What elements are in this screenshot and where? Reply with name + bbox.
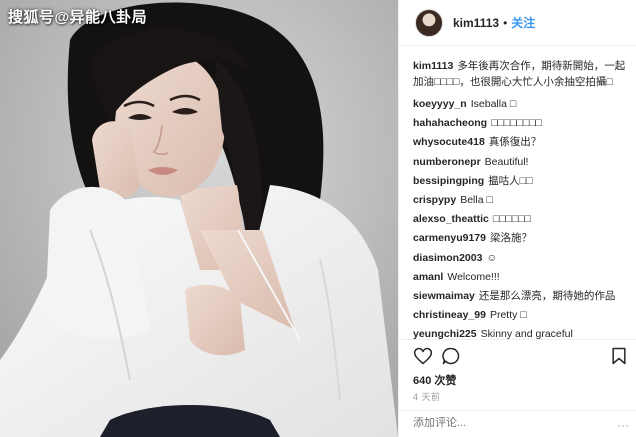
comment-item: hahahacheong □□□□□□□□ (413, 115, 627, 134)
comment-text: Iseballa □ (470, 98, 517, 110)
header-separator: • (503, 15, 508, 30)
comment-icon[interactable] (441, 346, 461, 366)
comment-username[interactable]: diasimon2003 (413, 252, 482, 264)
comment-username[interactable]: siewmaimay (413, 290, 475, 302)
comment-username[interactable]: amanl (413, 271, 443, 283)
comment-text: Beautiful! (484, 155, 529, 168)
comment-text: Welcome!!! (447, 270, 500, 283)
comment-item: carmenyu9179 梁洛施？ (413, 230, 627, 249)
portrait-image (0, 0, 398, 437)
comment-item: alexso_theattic □□□□□□ (413, 211, 627, 230)
comment-username[interactable]: christineay_99 (413, 309, 486, 321)
post-side-panel: kim1113 • 关注 kim1113 多年後再次合作，期待新開始，一起加油□□… (398, 0, 636, 437)
comment-username[interactable]: carmenyu9179 (413, 232, 486, 244)
comment-item: siewmaimay 还是那么漂亮，期待她的作品 (413, 288, 627, 307)
comment-username[interactable]: alexso_theattic (413, 213, 489, 225)
comment-text: □□□□□□ (492, 213, 531, 226)
comment-username[interactable]: bessipingping (413, 175, 484, 187)
comment-username[interactable]: koeyyyy_n (413, 98, 467, 110)
post-timestamp: 4 天前 (413, 392, 441, 402)
comment-list: kim1113 多年後再次合作，期待新開始，一起加油□□□□，也很開心大忙人小余抽… (413, 58, 627, 345)
post-header: kim1113 • 关注 (399, 0, 636, 46)
comment-username[interactable]: whysocute418 (413, 136, 485, 148)
caption-username[interactable]: kim1113 (413, 60, 453, 72)
comment-username[interactable]: numberonepr (413, 156, 481, 168)
comment-text: 真係復出？ (488, 136, 542, 149)
comment-text: ☺ (486, 251, 498, 264)
comment-text: 梁洛施？ (489, 232, 532, 245)
post-caption: kim1113 多年後再次合作，期待新開始，一起加油□□□□，也很開心大忙人小余抽… (413, 58, 627, 90)
comment-item: yeungchi225 Skinny and graceful (413, 326, 627, 345)
comment-item: amanl Welcome!!! (413, 269, 627, 288)
comment-item: bessipingping 揾咕人□□ (413, 173, 627, 192)
comment-username[interactable]: crispypy (413, 194, 456, 206)
comment-text: 揾咕人□□ (488, 174, 533, 187)
heart-icon[interactable] (413, 346, 433, 366)
comment-item: whysocute418 真係復出？ (413, 134, 627, 153)
follow-button[interactable]: 关注 (511, 14, 535, 31)
avatar[interactable] (415, 8, 443, 37)
comment-text: □□□□□□□□ (491, 117, 542, 130)
comment-item: christineay_99 Pretty □ (413, 307, 627, 326)
comment-text: 还是那么漂亮，期待她的作品 (478, 289, 616, 302)
like-count[interactable]: 640 次赞 (413, 372, 456, 388)
comment-item: koeyyyy_n Iseballa □ (413, 96, 627, 115)
header-username[interactable]: kim1113 (453, 16, 499, 30)
post-photo: 搜狐号@异能八卦局 (0, 0, 398, 437)
add-comment-input[interactable] (413, 417, 613, 429)
watermark: 搜狐号@异能八卦局 (8, 9, 148, 26)
bookmark-icon[interactable] (609, 346, 629, 366)
comment-item: crispypy Bella □ (413, 192, 627, 211)
comment-item: diasimon2003 ☺ (413, 250, 627, 269)
comment-item: numberonepr Beautiful! (413, 154, 627, 173)
comment-text: Bella □ (460, 193, 493, 206)
action-bar (413, 346, 627, 368)
comment-text: Pretty □ (489, 309, 527, 322)
more-options-icon[interactable]: ··· (617, 418, 629, 432)
comment-divider (399, 410, 636, 411)
actions-divider (399, 339, 636, 340)
comment-username[interactable]: hahahacheong (413, 117, 487, 129)
